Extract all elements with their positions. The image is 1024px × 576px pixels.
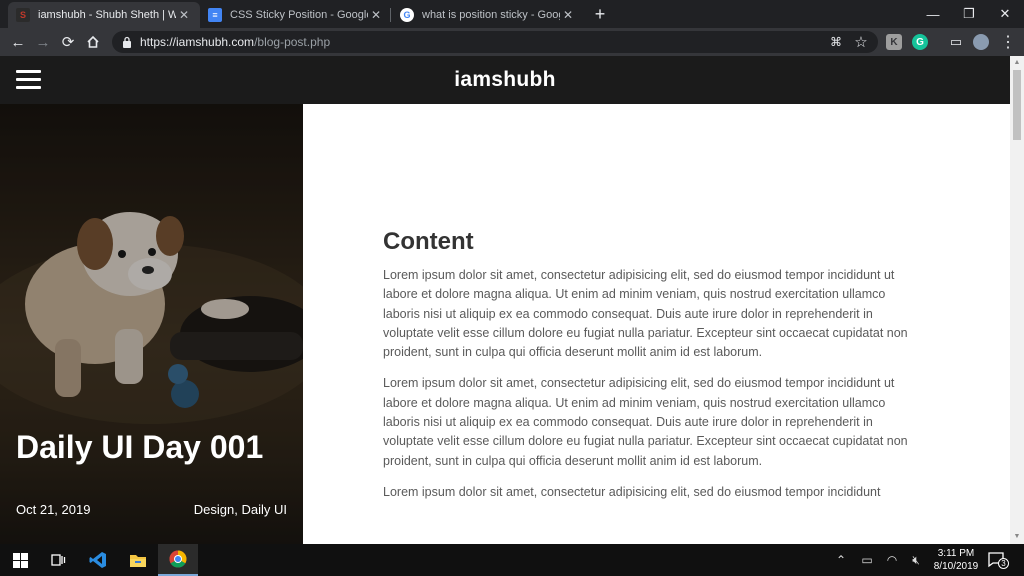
bookmark-star-icon[interactable]: ☆ — [851, 32, 871, 52]
paragraph: Lorem ipsum dolor sit amet, consectetur … — [383, 376, 908, 468]
new-tab-button[interactable]: + — [590, 4, 610, 24]
article-content: Content Lorem ipsum dolor sit amet, cons… — [383, 228, 923, 514]
scroll-up-icon[interactable]: ▲ — [1013, 59, 1021, 67]
file-explorer-icon[interactable] — [118, 544, 158, 576]
chrome-taskbar-icon[interactable] — [158, 544, 198, 576]
tab-separator — [390, 8, 391, 22]
post-tags[interactable]: Design, Daily UI — [194, 502, 287, 517]
grammarly-icon[interactable]: G — [912, 34, 928, 50]
tab-css-sticky-doc[interactable]: ≡ CSS Sticky Position - Google Doc ✕ — [200, 2, 392, 28]
scroll-down-icon[interactable]: ▼ — [1013, 533, 1021, 541]
content-heading: Content — [383, 228, 474, 255]
site-brand[interactable]: iamshubh — [0, 68, 1010, 92]
hero-panel: Daily UI Day 001 Oct 21, 2019 Design, Da… — [0, 104, 303, 544]
vscode-icon[interactable] — [78, 544, 118, 576]
back-arrow-icon[interactable]: ← — [8, 32, 28, 52]
task-view-icon[interactable] — [38, 544, 78, 576]
clock-date: 8/10/2019 — [933, 561, 979, 572]
s-logo-icon: S — [16, 8, 30, 22]
paragraph: Lorem ipsum dolor sit amet, consectetur … — [383, 268, 908, 360]
page-scrollbar[interactable]: ▲ ▼ — [1010, 56, 1024, 544]
site-header: iamshubh — [0, 56, 1010, 104]
tab-iamshubh[interactable]: S iamshubh - Shubh Sheth | Web D ✕ — [8, 2, 200, 28]
paragraph: Lorem ipsum dolor sit amet, consectetur … — [383, 484, 881, 499]
wifi-icon[interactable]: ◠ — [883, 552, 901, 568]
translate-icon[interactable]: ⌘ — [826, 32, 846, 52]
system-clock[interactable]: 3:11 PM 8/10/2019 — [930, 547, 982, 573]
google-docs-icon: ≡ — [208, 8, 222, 22]
chevron-up-icon[interactable]: ⌃ — [832, 552, 850, 568]
tab-title: what is position sticky - Google S — [422, 9, 560, 21]
post-title: Daily UI Day 001 — [16, 429, 264, 465]
notification-count-badge: 3 — [998, 558, 1009, 569]
post-date: Oct 21, 2019 — [16, 502, 91, 517]
volume-muted-icon[interactable]: 🔇︎ — [907, 552, 925, 568]
home-icon[interactable] — [83, 32, 103, 52]
close-tab-icon[interactable]: ✕ — [368, 8, 384, 22]
tab-strip: S iamshubh - Shubh Sheth | Web D ✕ ≡ CSS… — [0, 0, 1024, 28]
profile-avatar[interactable] — [973, 34, 989, 50]
tab-title: iamshubh - Shubh Sheth | Web D — [38, 9, 176, 21]
url-host: https://iamshubh.com — [140, 35, 255, 49]
action-center-icon[interactable]: 3 — [988, 552, 1009, 569]
windows-taskbar: ⌃ ▭ ◠ 🔇︎ 3:11 PM 8/10/2019 3 — [0, 544, 1024, 576]
lock-icon — [123, 36, 131, 48]
close-window-icon[interactable]: ✕ — [986, 0, 1024, 28]
restore-icon[interactable]: ❐ — [950, 0, 988, 28]
web-page: iamshubh Daily UI Day 001 Oct 21, 2019 D… — [0, 56, 1024, 544]
google-icon: G — [400, 8, 414, 22]
close-tab-icon[interactable]: ✕ — [176, 8, 192, 22]
close-tab-icon[interactable]: ✕ — [560, 8, 576, 22]
tab-google-search[interactable]: G what is position sticky - Google S ✕ — [392, 2, 584, 28]
address-bar[interactable]: https://iamshubh.com/blog-post.php — [112, 31, 878, 53]
extension-k-icon[interactable]: K — [886, 34, 902, 50]
power-battery-icon[interactable]: ▭ — [858, 552, 876, 568]
menu-kebab-icon[interactable]: ⋮ — [998, 32, 1018, 52]
cast-icon[interactable]: ▭ — [946, 32, 966, 52]
clock-time: 3:11 PM — [937, 548, 975, 559]
reload-icon[interactable]: ⟳ — [58, 32, 78, 52]
url-path: /blog-post.php — [254, 35, 331, 49]
scrollbar-thumb[interactable] — [1013, 70, 1021, 140]
puppy-skateboard-image — [0, 104, 303, 544]
forward-arrow-icon[interactable]: → — [33, 32, 53, 52]
windows-start-icon[interactable] — [0, 544, 40, 576]
tab-title: CSS Sticky Position - Google Doc — [230, 9, 368, 21]
browser-toolbar: ← → ⟳ https://iamshubh.com/blog-post.php… — [0, 28, 1024, 56]
minimize-icon[interactable]: — — [914, 0, 952, 28]
